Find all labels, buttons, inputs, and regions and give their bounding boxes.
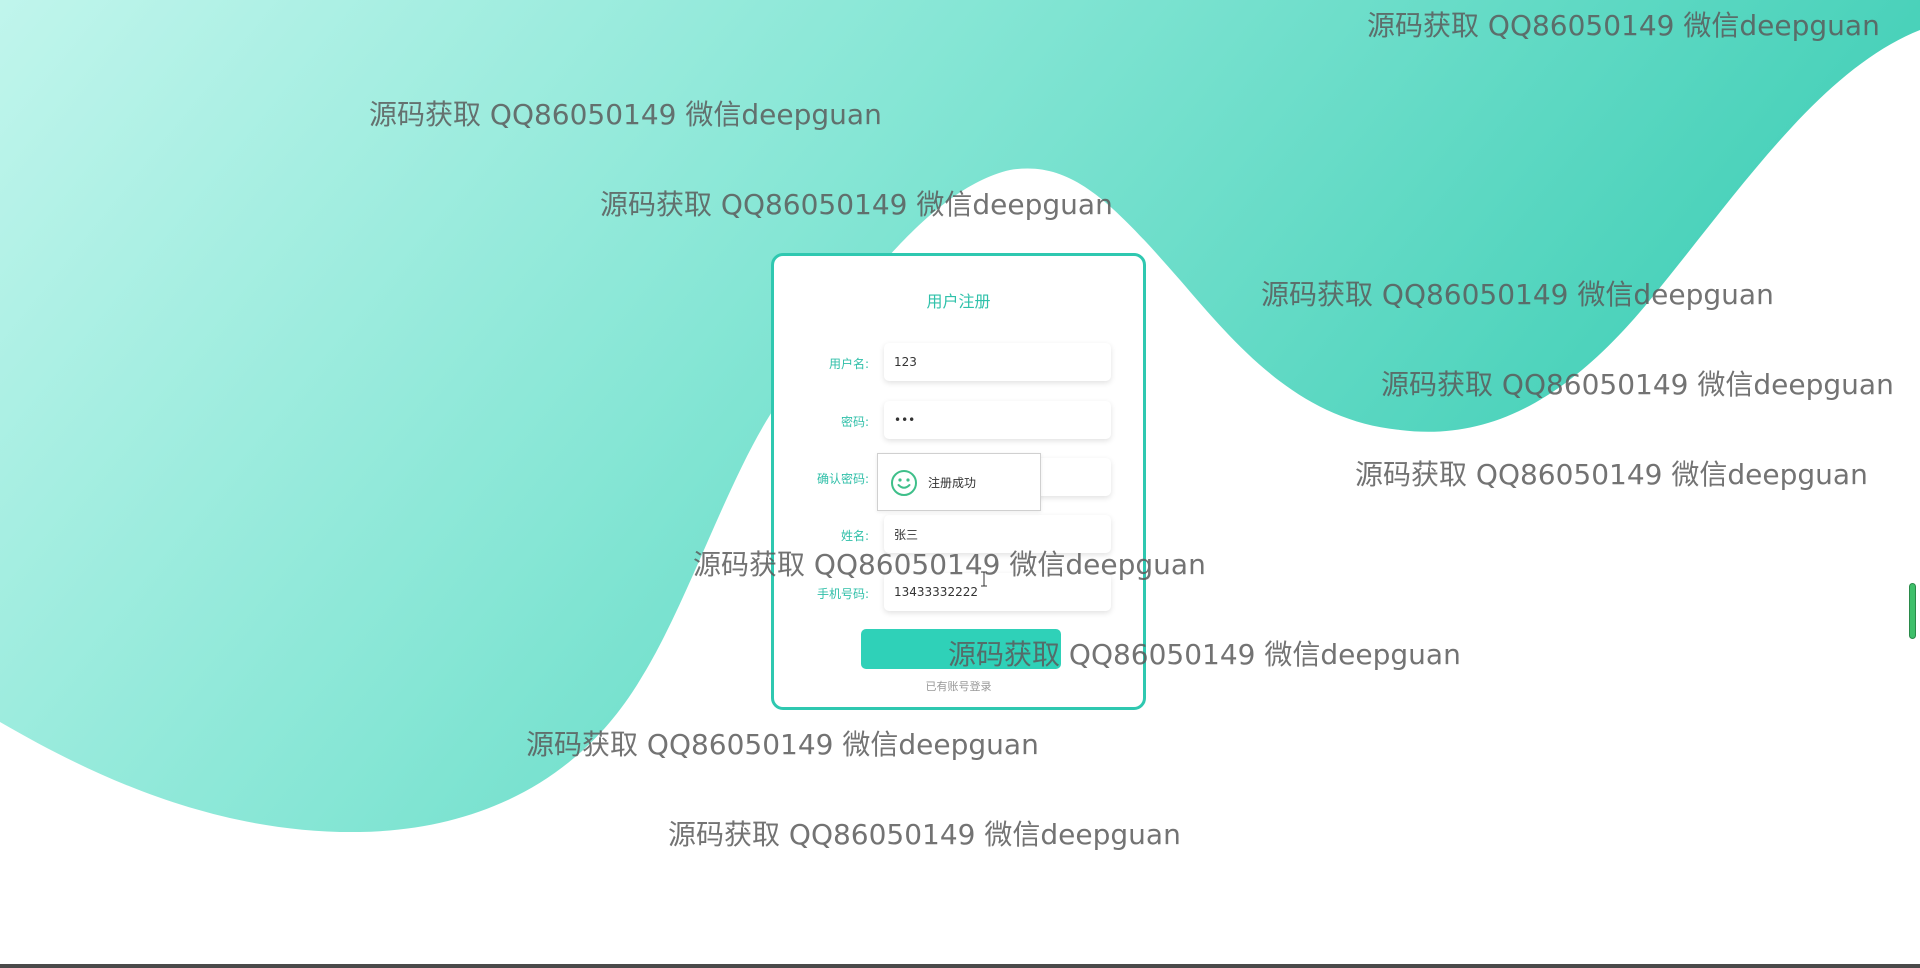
form-row-name: 姓名: — [774, 515, 1143, 555]
password-input[interactable] — [884, 401, 1111, 439]
username-label: 用户名: — [828, 357, 869, 371]
success-toast: 注册成功 — [877, 453, 1041, 511]
card-title: 用户注册 — [926, 292, 991, 311]
scrollbar-thumb[interactable] — [1909, 583, 1916, 639]
login-link[interactable]: 已有账号登录 — [774, 678, 1143, 694]
username-input[interactable] — [884, 343, 1111, 381]
phone-input[interactable] — [884, 573, 1111, 611]
confirm-password-label: 确认密码: — [816, 472, 869, 486]
name-label: 姓名: — [840, 529, 869, 543]
form-row-username: 用户名: — [774, 343, 1143, 383]
page: 用户注册 用户名: 密码: 确认密码: 姓名: 手机号码: 已有账号登录 — [0, 0, 1920, 968]
text-cursor-icon — [981, 571, 987, 587]
form-row-password: 密码: — [774, 401, 1143, 441]
bottom-border — [0, 964, 1920, 968]
password-label: 密码: — [840, 415, 869, 429]
form-row-phone: 手机号码: — [774, 573, 1143, 613]
smile-icon — [891, 470, 917, 496]
register-button[interactable] — [861, 629, 1061, 669]
name-input[interactable] — [884, 515, 1111, 553]
toast-message: 注册成功 — [928, 476, 977, 490]
phone-label: 手机号码: — [816, 587, 869, 601]
